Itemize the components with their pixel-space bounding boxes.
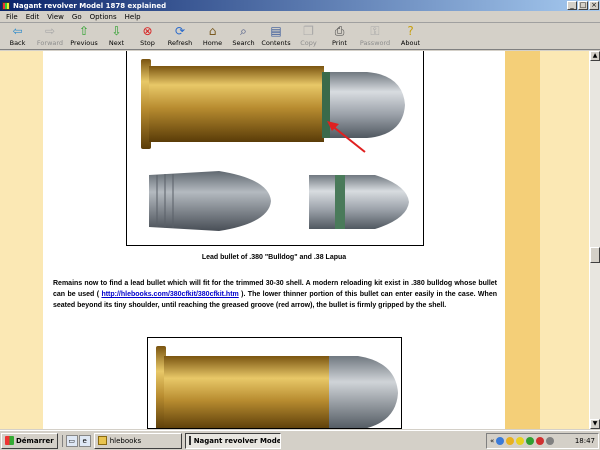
seated-bullet-illustration — [156, 346, 398, 428]
taskbar: Démarrer ▭ e hlebooks Nagant revolver Mo… — [0, 430, 600, 450]
print-icon: ⎙ — [334, 24, 345, 38]
copy-label: Copy — [300, 39, 317, 47]
menu-go[interactable]: Go — [68, 13, 86, 21]
menu-options[interactable]: Options — [86, 13, 121, 21]
contents-button[interactable]: ▤ Contents — [259, 23, 293, 48]
question-icon: ? — [407, 24, 414, 38]
reloading-kit-link[interactable]: http://hlebooks.com/380cfkit/380cfkit.ht… — [101, 291, 238, 298]
tray-status-icon[interactable] — [526, 437, 535, 445]
search-icon: ⌕ — [240, 24, 247, 38]
start-label: Démarrer — [16, 436, 54, 445]
password-label: Password — [359, 39, 391, 47]
search-label: Search — [232, 39, 255, 47]
scroll-up-arrow-icon[interactable]: ▲ — [590, 51, 600, 61]
vertical-scrollbar[interactable]: ▲ ▼ — [589, 51, 600, 429]
down-arrow-icon: ⇩ — [111, 24, 122, 38]
home-label: Home — [202, 39, 223, 47]
copy-button[interactable]: ❐ Copy — [293, 23, 324, 48]
page-viewport[interactable]: Lead bullet of .380 "Bulldog" and .38 La… — [0, 51, 589, 429]
previous-button[interactable]: ⇧ Previous — [67, 23, 101, 48]
menu-edit[interactable]: Edit — [22, 13, 44, 21]
windows-logo-icon — [5, 436, 14, 445]
previous-label: Previous — [70, 39, 98, 47]
tray-sync-icon[interactable] — [506, 437, 515, 445]
about-label: About — [400, 39, 421, 47]
task-nagant[interactable]: Nagant revolver Model... — [184, 432, 281, 449]
system-tray: « 18:47 — [486, 433, 599, 449]
app-icon — [2, 1, 10, 10]
minimize-button[interactable]: _ — [567, 1, 577, 10]
forward-arrow-icon: ⇨ — [44, 24, 56, 38]
back-label: Back — [9, 39, 26, 47]
forward-label: Forward — [36, 39, 64, 47]
body-paragraph: Remains now to find a lead bullet which … — [53, 278, 497, 311]
cartridge-illustration — [141, 59, 409, 231]
search-button[interactable]: ⌕ Search — [228, 23, 259, 48]
forward-button[interactable]: ⇨ Forward — [33, 23, 67, 48]
maximize-button[interactable]: □ — [578, 1, 588, 10]
menu-file[interactable]: File — [2, 13, 22, 21]
tray-volume-icon[interactable] — [546, 437, 555, 445]
window-titlebar[interactable]: Nagant revolver Model 1878 explained _ □… — [0, 0, 600, 11]
stop-icon: ⊗ — [142, 24, 153, 38]
refresh-button[interactable]: ⟳ Refresh — [163, 23, 197, 48]
folder-icon — [97, 436, 107, 445]
contents-icon: ▤ — [270, 24, 282, 38]
refresh-label: Refresh — [167, 39, 193, 47]
tray-expand-chevron-icon[interactable]: « — [490, 437, 494, 445]
key-icon: ⚿ — [370, 24, 380, 38]
cartridge-photo — [126, 51, 424, 246]
print-label: Print — [332, 39, 347, 47]
menu-view[interactable]: View — [43, 13, 68, 21]
home-button[interactable]: ⌂ Home — [197, 23, 228, 48]
copy-icon: ❐ — [303, 24, 314, 38]
close-button[interactable]: × — [589, 1, 599, 10]
tray-clock: 18:47 — [574, 437, 595, 445]
quick-launch: ▭ e — [61, 434, 91, 447]
tray-network-icon[interactable] — [496, 437, 505, 445]
toolbar: ⇦ Back ⇨ Forward ⇧ Previous ⇩ Next ⊗ Sto… — [0, 23, 600, 50]
seated-bullet-photo — [147, 337, 402, 429]
tray-antivirus-icon[interactable] — [516, 437, 525, 445]
quicklaunch-desktop-icon[interactable]: ▭ — [65, 434, 78, 447]
menu-bar: File Edit View Go Options Help — [0, 11, 600, 23]
print-button[interactable]: ⎙ Print — [324, 23, 355, 48]
task-hlebooks-label: hlebooks — [109, 436, 142, 445]
stop-label: Stop — [140, 39, 155, 47]
password-button[interactable]: ⚿ Password — [355, 23, 395, 48]
scroll-thumb[interactable] — [590, 247, 600, 263]
refresh-icon: ⟳ — [174, 24, 186, 38]
photo-caption: Lead bullet of .380 "Bulldog" and .38 La… — [201, 254, 347, 261]
stop-button[interactable]: ⊗ Stop — [132, 23, 163, 48]
home-icon: ⌂ — [208, 24, 217, 38]
next-button[interactable]: ⇩ Next — [101, 23, 132, 48]
scroll-down-arrow-icon[interactable]: ▼ — [590, 419, 600, 429]
up-arrow-icon: ⇧ — [78, 24, 90, 38]
task-nagant-label: Nagant revolver Model... — [193, 436, 281, 445]
back-button[interactable]: ⇦ Back — [2, 23, 33, 48]
about-button[interactable]: ? About — [395, 23, 426, 48]
quicklaunch-browser-icon[interactable]: e — [78, 434, 91, 447]
start-button[interactable]: Démarrer — [1, 432, 58, 449]
window-title: Nagant revolver Model 1878 explained — [13, 1, 167, 10]
contents-label: Contents — [261, 39, 291, 47]
help-viewer-icon — [188, 436, 191, 445]
next-label: Next — [108, 39, 125, 47]
tray-security-icon[interactable] — [536, 437, 545, 445]
menu-help[interactable]: Help — [121, 13, 145, 21]
task-hlebooks[interactable]: hlebooks — [93, 432, 182, 449]
back-arrow-icon: ⇦ — [12, 24, 23, 38]
